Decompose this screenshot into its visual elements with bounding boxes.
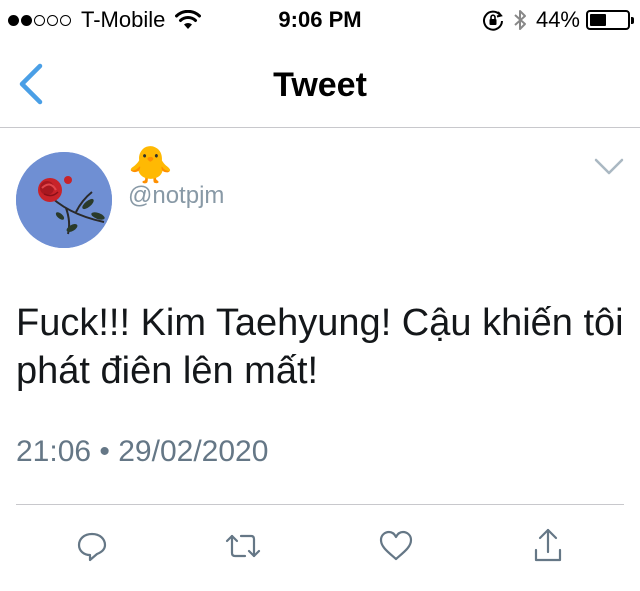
reply-button[interactable] [70,524,114,568]
rotation-lock-icon [482,10,503,31]
status-right: 44% [482,7,634,33]
nav-bar: Tweet [0,40,640,128]
display-name[interactable]: 🐥 [128,145,173,185]
battery-icon [586,10,634,30]
like-button[interactable] [374,524,418,568]
heart-icon [379,530,413,561]
user-handle[interactable]: @notpjm [128,182,224,210]
tweet-timestamp: 21:06 • 29/02/2020 [16,435,269,468]
share-icon [534,528,562,562]
retweet-icon [225,534,261,558]
retweet-button[interactable] [221,524,265,568]
reply-icon [77,532,107,562]
avatar[interactable] [16,152,112,248]
battery-percent: 44% [535,7,580,32]
share-button[interactable] [526,524,570,568]
tweet-actions [0,524,640,584]
bluetooth-icon [514,10,526,30]
status-bar: T-Mobile 9:06 PM 44% [0,0,640,40]
page-title: Tweet [273,66,367,104]
divider [16,504,624,505]
tweet-text: Fuck!!! Kim Taehyung! Cậu khiến tôi phát… [16,302,624,392]
chevron-down-icon[interactable] [594,157,624,177]
battery-fill [590,14,606,26]
rose-on-blue-avatar [16,152,112,248]
